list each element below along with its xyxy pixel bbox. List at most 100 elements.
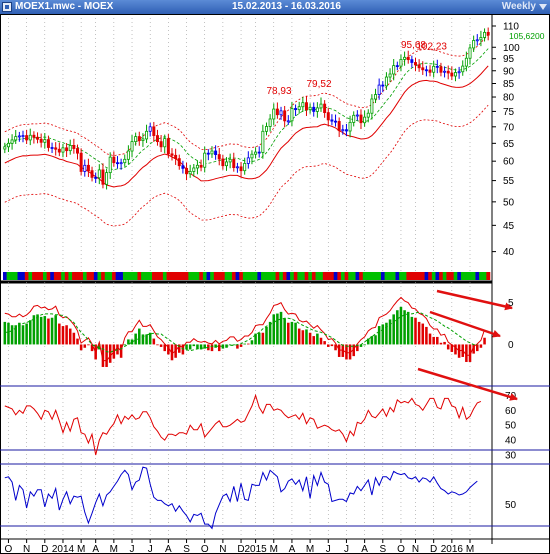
candle-body	[145, 130, 149, 140]
candle-body	[457, 71, 461, 74]
macd-bar	[21, 325, 25, 345]
macd-bar	[337, 344, 341, 357]
candle-body	[414, 62, 417, 66]
ribbon-segment	[424, 272, 429, 280]
time-tick-label: J	[148, 544, 153, 554]
macd-bar	[410, 316, 414, 345]
chevron-down-icon[interactable]	[539, 4, 547, 10]
time-tick-label: M	[270, 544, 278, 554]
ribbon-segment	[112, 272, 116, 280]
macd-bar	[83, 344, 87, 348]
time-tick-label: N	[412, 544, 419, 554]
period-selector[interactable]: Weekly	[502, 1, 536, 12]
ribbon-segment	[21, 272, 26, 280]
candle-body	[399, 59, 403, 67]
candle-body	[36, 136, 40, 140]
candle-body	[334, 120, 338, 123]
price-tick-label: 65	[503, 139, 515, 150]
ribbon-segment	[126, 272, 131, 280]
candle-body	[453, 72, 457, 77]
candle-body	[239, 166, 243, 172]
candle-body	[243, 163, 247, 172]
candle-body	[472, 40, 476, 49]
ribbon-segment	[471, 272, 476, 280]
time-tick-label: A	[289, 544, 296, 554]
ribbon-segment	[475, 272, 480, 280]
envelope-outer-lower	[4, 104, 489, 227]
ribbon-segment	[380, 272, 385, 280]
ribbon-segment	[337, 272, 342, 280]
ribbon-segment	[308, 272, 313, 280]
candle-body	[246, 157, 250, 164]
price-annotation: 79,52	[306, 79, 331, 90]
macd-bar	[72, 332, 76, 345]
macd-bar	[196, 344, 199, 349]
ribbon-segment	[417, 272, 422, 280]
ribbon-segment	[446, 272, 451, 280]
candle-body	[126, 150, 130, 160]
ribbon-segment	[268, 272, 273, 280]
ribbon-segment	[61, 272, 66, 280]
candle-body	[123, 158, 127, 164]
price-annotations: 78,9379,5295,68102,23	[267, 40, 448, 97]
oscillator-1-tick-label: 50	[505, 421, 517, 432]
macd-bar	[188, 344, 192, 350]
ribbon-segment	[17, 272, 22, 280]
time-tick-label: 2016	[441, 544, 464, 554]
time-tick-label: J	[326, 544, 331, 554]
ribbon-segment	[479, 272, 484, 280]
ribbon-segment	[453, 272, 458, 280]
ribbon-segment	[253, 272, 258, 280]
macd-bar	[272, 314, 276, 345]
candle-body	[344, 129, 348, 132]
macd-bar	[305, 329, 308, 345]
price-tick-label: 60	[503, 157, 515, 168]
macd-bar	[432, 336, 435, 345]
window-title-bar[interactable]: MOEX1.mwc - MOEX 15.02.2013 - 16.03.2016…	[0, 0, 550, 14]
macd-bar	[58, 323, 61, 345]
ribbon-segment	[213, 272, 218, 280]
ribbon-segment	[399, 272, 404, 280]
ribbon-segment	[282, 272, 287, 280]
ribbon-segment	[275, 272, 280, 280]
macd-bar	[421, 323, 425, 345]
candle-body	[192, 167, 196, 172]
ribbon-segment	[457, 272, 462, 280]
time-tick-label: A	[92, 544, 99, 554]
ribbon-segment	[177, 272, 182, 280]
candle-body	[374, 94, 378, 100]
oscillator-1-panel	[4, 393, 482, 456]
ribbon-segment	[217, 272, 222, 280]
candle-body	[254, 151, 258, 155]
price-tick-label: 80	[503, 93, 515, 104]
candle-body	[39, 138, 43, 143]
macd-bar	[261, 332, 265, 345]
ribbon-segment	[439, 272, 444, 280]
ribbon-segment	[173, 272, 178, 280]
candle-body	[43, 139, 47, 143]
ribbon-segment	[206, 272, 211, 280]
time-tick-label: N	[23, 544, 30, 554]
macd-bar	[399, 306, 403, 345]
chart-area[interactable]: 110100959085807570656055504540105,620050…	[0, 14, 550, 554]
oscillator-2-panel	[4, 466, 478, 530]
candle-body	[25, 135, 29, 141]
macd-bar	[134, 333, 137, 345]
candle-body	[214, 150, 218, 155]
macd-tick-label: 0	[508, 340, 514, 351]
candle-body	[94, 176, 98, 179]
candle-body	[326, 112, 330, 121]
time-tick-label: S	[379, 544, 386, 554]
candle-body	[428, 69, 432, 73]
ribbon-segment	[450, 272, 454, 280]
candle-body	[76, 148, 79, 154]
ribbon-segment	[257, 272, 262, 280]
candle-body	[90, 170, 94, 178]
ribbon-segment	[340, 272, 345, 280]
time-tick-label: J	[130, 544, 135, 554]
macd-bar	[308, 332, 312, 345]
macd-bar	[479, 344, 483, 348]
time-tick-label: D	[430, 544, 437, 554]
macd-bar	[156, 344, 159, 346]
ribbon-segment	[351, 272, 356, 280]
